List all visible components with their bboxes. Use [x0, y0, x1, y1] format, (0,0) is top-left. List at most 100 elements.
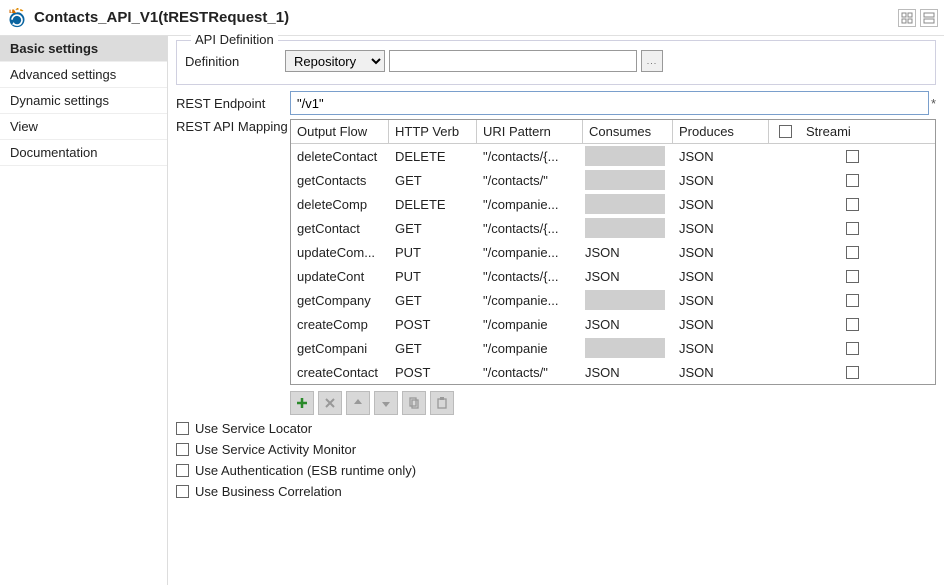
table-row[interactable]: getCompanyGET"/companie... JSON: [291, 288, 935, 312]
cell-output[interactable]: createComp: [291, 312, 389, 336]
cell-uri[interactable]: "/companie: [477, 336, 583, 360]
cell-streaming[interactable]: [769, 144, 935, 168]
cell-verb[interactable]: GET: [389, 336, 477, 360]
cell-output[interactable]: deleteContact: [291, 144, 389, 168]
definition-browse-button[interactable]: ...: [641, 50, 663, 72]
cell-output[interactable]: getContact: [291, 216, 389, 240]
cell-produces[interactable]: JSON: [673, 240, 769, 264]
cell-output[interactable]: getCompany: [291, 288, 389, 312]
cell-streaming[interactable]: [769, 288, 935, 312]
cell-output[interactable]: deleteComp: [291, 192, 389, 216]
cell-consumes[interactable]: JSON: [583, 264, 673, 288]
cell-uri[interactable]: "/contacts/": [477, 360, 583, 384]
cell-uri[interactable]: "/companie...: [477, 288, 583, 312]
table-row[interactable]: deleteCompDELETE"/companie...JSON: [291, 192, 935, 216]
cell-verb[interactable]: POST: [389, 360, 477, 384]
table-row[interactable]: getContactGET"/contacts/{... JSON: [291, 216, 935, 240]
table-row[interactable]: deleteContactDELETE"/contacts/{...JSON: [291, 144, 935, 168]
streaming-checkbox[interactable]: [846, 174, 859, 187]
cell-produces[interactable]: JSON: [673, 336, 769, 360]
streaming-checkbox[interactable]: [846, 150, 859, 163]
add-row-button[interactable]: [290, 391, 314, 415]
cell-streaming[interactable]: [769, 360, 935, 384]
col-output[interactable]: Output Flow: [291, 120, 389, 143]
cell-streaming[interactable]: [769, 336, 935, 360]
cell-consumes[interactable]: [583, 216, 673, 240]
service-locator-checkbox[interactable]: [176, 422, 189, 435]
consumes-empty[interactable]: [585, 218, 665, 238]
cell-output[interactable]: getContacts: [291, 168, 389, 192]
consumes-empty[interactable]: [585, 290, 665, 310]
cell-verb[interactable]: DELETE: [389, 144, 477, 168]
cell-uri[interactable]: "/contacts/{...: [477, 264, 583, 288]
consumes-empty[interactable]: [585, 146, 665, 166]
cell-consumes[interactable]: JSON: [583, 240, 673, 264]
business-correlation-checkbox[interactable]: [176, 485, 189, 498]
cell-verb[interactable]: GET: [389, 216, 477, 240]
streaming-checkbox[interactable]: [846, 246, 859, 259]
col-verb[interactable]: HTTP Verb: [389, 120, 477, 143]
cell-output[interactable]: getCompani: [291, 336, 389, 360]
streaming-checkbox[interactable]: [846, 318, 859, 331]
streaming-checkbox[interactable]: [846, 342, 859, 355]
paste-button[interactable]: [430, 391, 454, 415]
authentication-checkbox[interactable]: [176, 464, 189, 477]
col-produces[interactable]: Produces: [673, 120, 769, 143]
copy-button[interactable]: [402, 391, 426, 415]
remove-row-button[interactable]: [318, 391, 342, 415]
col-streaming[interactable]: Streami: [769, 120, 935, 143]
cell-streaming[interactable]: [769, 192, 935, 216]
list-view-icon[interactable]: [920, 9, 938, 27]
streaming-checkbox[interactable]: [846, 198, 859, 211]
cell-produces[interactable]: JSON: [673, 168, 769, 192]
definition-select[interactable]: Repository: [285, 50, 385, 72]
streaming-checkbox[interactable]: [846, 270, 859, 283]
streaming-checkbox[interactable]: [846, 222, 859, 235]
sidebar-item-documentation[interactable]: Documentation: [0, 140, 167, 166]
move-down-button[interactable]: [374, 391, 398, 415]
definition-value-input[interactable]: [389, 50, 637, 72]
cell-uri[interactable]: "/companie: [477, 312, 583, 336]
cell-verb[interactable]: POST: [389, 312, 477, 336]
cell-consumes[interactable]: JSON: [583, 312, 673, 336]
col-consumes[interactable]: Consumes: [583, 120, 673, 143]
cell-verb[interactable]: GET: [389, 288, 477, 312]
cell-produces[interactable]: JSON: [673, 264, 769, 288]
cell-uri[interactable]: "/contacts/": [477, 168, 583, 192]
table-row[interactable]: createCompPOST"/companieJSONJSON: [291, 312, 935, 336]
cell-uri[interactable]: "/contacts/{...: [477, 216, 583, 240]
move-up-button[interactable]: [346, 391, 370, 415]
table-row[interactable]: getContactsGET"/contacts/"JSON: [291, 168, 935, 192]
cell-streaming[interactable]: [769, 168, 935, 192]
cell-verb[interactable]: PUT: [389, 264, 477, 288]
sidebar-item-basic-settings[interactable]: Basic settings: [0, 36, 167, 62]
cell-produces[interactable]: JSON: [673, 192, 769, 216]
consumes-empty[interactable]: [585, 170, 665, 190]
cell-verb[interactable]: PUT: [389, 240, 477, 264]
col-uri[interactable]: URI Pattern: [477, 120, 583, 143]
consumes-empty[interactable]: [585, 194, 665, 214]
cell-streaming[interactable]: [769, 312, 935, 336]
cell-streaming[interactable]: [769, 216, 935, 240]
sidebar-item-view[interactable]: View: [0, 114, 167, 140]
streaming-header-checkbox[interactable]: [779, 125, 792, 138]
endpoint-input[interactable]: [290, 91, 929, 115]
cell-consumes[interactable]: JSON: [583, 360, 673, 384]
cell-produces[interactable]: JSON: [673, 360, 769, 384]
cell-consumes[interactable]: [583, 192, 673, 216]
sidebar-item-advanced-settings[interactable]: Advanced settings: [0, 62, 167, 88]
cell-streaming[interactable]: [769, 240, 935, 264]
cell-consumes[interactable]: [583, 168, 673, 192]
cell-output[interactable]: updateCont: [291, 264, 389, 288]
cell-produces[interactable]: JSON: [673, 288, 769, 312]
cell-output[interactable]: updateCom...: [291, 240, 389, 264]
cell-produces[interactable]: JSON: [673, 216, 769, 240]
table-row[interactable]: getCompaniGET"/companie JSON: [291, 336, 935, 360]
streaming-checkbox[interactable]: [846, 366, 859, 379]
table-row[interactable]: updateCom...PUT"/companie...JSONJSON: [291, 240, 935, 264]
streaming-checkbox[interactable]: [846, 294, 859, 307]
grid-view-icon[interactable]: [898, 9, 916, 27]
consumes-empty[interactable]: [585, 338, 665, 358]
cell-produces[interactable]: JSON: [673, 312, 769, 336]
cell-uri[interactable]: "/companie...: [477, 240, 583, 264]
